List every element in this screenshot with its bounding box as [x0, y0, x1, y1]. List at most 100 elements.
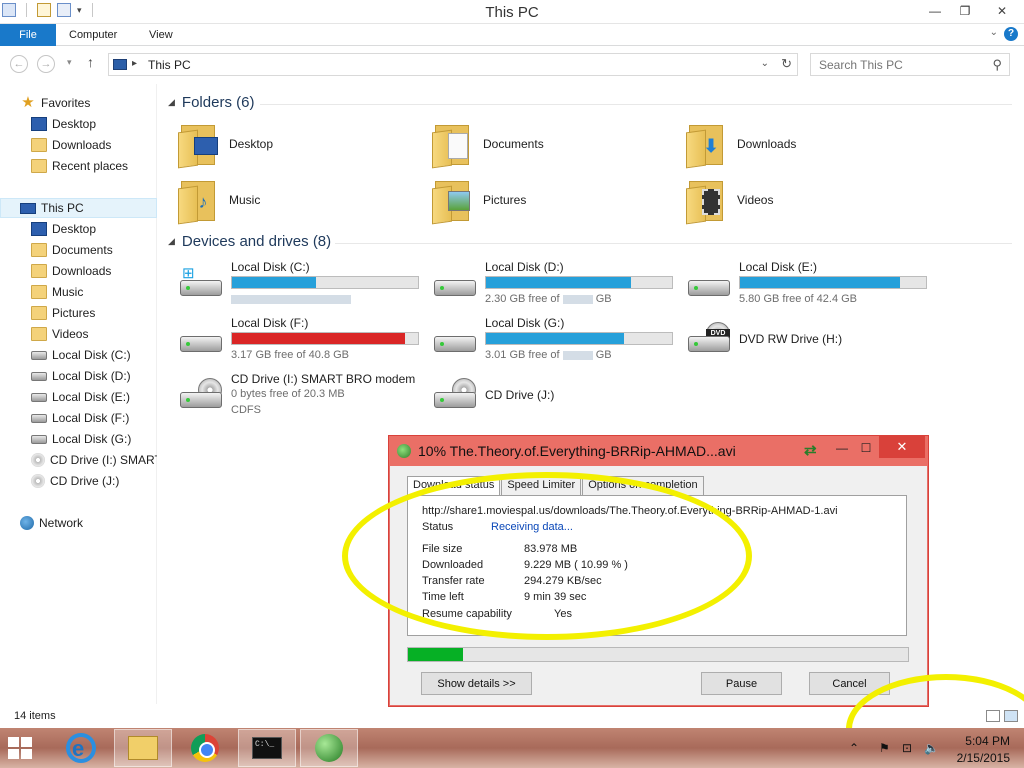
downloaded-value: 9.229 MB ( 10.99 % ) [524, 559, 628, 571]
breadcrumb[interactable]: This PC [148, 58, 191, 72]
tab-speed-limiter[interactable]: Speed Limiter [501, 476, 582, 495]
dialog-maximize-button[interactable]: ☐ [853, 438, 879, 458]
taskbar-chrome[interactable] [176, 729, 234, 767]
search-icon[interactable]: ⚲ [992, 57, 1002, 73]
folder-pictures[interactable]: Pictures [432, 174, 672, 226]
tab-file[interactable]: File [0, 24, 56, 46]
close-button[interactable]: ✕ [980, 0, 1024, 22]
folder-videos[interactable]: Videos [686, 174, 926, 226]
desktop-icon [31, 117, 47, 131]
drive-i[interactable]: CD Drive (I:) SMART BRO modem 0 bytes fr… [178, 370, 428, 422]
nav-item-disk-c[interactable]: Local Disk (C:) [0, 345, 157, 365]
pause-button[interactable]: Pause [701, 672, 782, 695]
nav-item-pc-desktop[interactable]: Desktop [0, 219, 157, 239]
nav-item-cd-j[interactable]: CD Drive (J:) [0, 471, 157, 491]
taskbar-idm[interactable] [300, 729, 358, 767]
nav-item-disk-d[interactable]: Local Disk (D:) [0, 366, 157, 386]
forward-button[interactable]: → [37, 55, 55, 73]
drive-f[interactable]: Local Disk (F:) 3.17 GB free of 40.8 GB [178, 314, 428, 366]
file-explorer-icon [128, 736, 158, 760]
dialog-close-button[interactable]: ✕ [879, 436, 925, 458]
drive-c[interactable]: ⊞ Local Disk (C:) [178, 258, 428, 310]
start-button[interactable] [8, 737, 32, 759]
address-bar[interactable]: ▸ This PC ⌄ ↻ [108, 53, 798, 76]
help-icon[interactable]: ? [1004, 27, 1018, 41]
drive-g[interactable]: Local Disk (G:) 3.01 GB free of GB [432, 314, 682, 366]
refresh-icon[interactable]: ↻ [781, 56, 792, 72]
show-hidden-icons-icon[interactable]: ⌃ [849, 741, 859, 755]
nav-item-music[interactable]: Music [0, 282, 157, 302]
folders-group-header[interactable]: ◢ Folders (6) [168, 94, 254, 111]
nav-item-documents[interactable]: Documents [0, 240, 157, 260]
downloads-folder-icon [31, 138, 47, 152]
nav-item-recent-places[interactable]: Recent places [0, 156, 157, 176]
devices-group-header[interactable]: ◢ Devices and drives (8) [168, 233, 331, 250]
up-button[interactable]: ↑ [87, 54, 94, 70]
nav-item-pc-downloads[interactable]: Downloads [0, 261, 157, 281]
time-left-row: Time left 9 min 39 sec [422, 591, 586, 603]
minimize-button[interactable]: — [920, 0, 950, 22]
folder-label: Desktop [229, 137, 274, 151]
network-status-icon[interactable]: ⊡ [902, 741, 912, 755]
nav-item-disk-g[interactable]: Local Disk (G:) [0, 429, 157, 449]
clock[interactable]: 5:04 PM 2/15/2015 [957, 733, 1010, 767]
nav-item-videos[interactable]: Videos [0, 324, 157, 344]
restore-button[interactable]: ❐ [950, 0, 980, 22]
redacted-text [562, 294, 593, 304]
tab-view[interactable]: View [136, 24, 186, 46]
folder-music[interactable]: ♪ Music [178, 174, 418, 226]
nav-item-pictures[interactable]: Pictures [0, 303, 157, 323]
address-dropdown-icon[interactable]: ⌄ [761, 58, 769, 69]
redacted-text [562, 350, 593, 360]
nav-label: Music [52, 285, 84, 299]
volume-icon[interactable]: 🔈 [924, 741, 939, 755]
details-view-icon[interactable] [986, 710, 1000, 722]
dialog-title-bar[interactable]: 10% The.Theory.of.Everything-BRRip-AHMAD… [389, 436, 928, 466]
nav-network[interactable]: Network [0, 513, 157, 533]
folder-desktop[interactable]: Desktop [178, 118, 418, 170]
back-button[interactable]: ← [10, 55, 28, 73]
nav-item-disk-e[interactable]: Local Disk (E:) [0, 387, 157, 407]
expand-ribbon-icon[interactable]: ⌄ [990, 27, 998, 38]
drive-free-space: 3.01 GB free of GB [485, 349, 612, 361]
nav-label: Desktop [52, 117, 97, 131]
nav-favorites[interactable]: ★ Favorites [0, 93, 157, 113]
windows-drive-icon: ⊞ [178, 266, 224, 302]
drive-e[interactable]: Local Disk (E:) 5.80 GB free of 42.4 GB [686, 258, 936, 310]
nav-item-disk-f[interactable]: Local Disk (F:) [0, 408, 157, 428]
action-center-flag-icon[interactable]: ⚑ [879, 741, 890, 755]
taskbar-command-prompt[interactable]: C:\_ [238, 729, 296, 767]
group-title: Folders (6) [181, 94, 255, 111]
tab-options-on-completion[interactable]: Options on completion [582, 476, 704, 495]
search-input[interactable] [811, 54, 981, 75]
folder-documents[interactable]: Documents [432, 118, 672, 170]
show-details-button[interactable]: Show details >> [421, 672, 532, 695]
tab-computer[interactable]: Computer [56, 24, 130, 46]
recent-locations-icon[interactable]: ▾ [67, 57, 72, 68]
nav-this-pc[interactable]: This PC [0, 198, 157, 218]
window-title: This PC [485, 4, 539, 21]
nav-label: Local Disk (C:) [52, 348, 131, 362]
drive-j[interactable]: CD Drive (J:) [432, 370, 682, 422]
search-box[interactable]: ⚲ [810, 53, 1010, 76]
dvd-drive-icon: DVD [686, 322, 732, 358]
tab-download-status[interactable]: Download status [407, 476, 501, 496]
cd-drive-icon [31, 474, 45, 488]
command-prompt-icon: C:\_ [252, 737, 282, 759]
window-controls: — ❐ ✕ [920, 0, 1024, 22]
large-icons-view-icon[interactable] [1004, 710, 1018, 722]
taskbar-internet-explorer[interactable]: e [52, 729, 110, 767]
dialog-minimize-button[interactable]: — [829, 438, 855, 458]
drive-h[interactable]: DVD DVD RW Drive (H:) [686, 314, 936, 366]
cancel-button[interactable]: Cancel [809, 672, 890, 695]
drive-d[interactable]: Local Disk (D:) 2.30 GB free of GB [432, 258, 682, 310]
folder-label: Documents [483, 137, 544, 151]
collapse-chevron-icon[interactable]: ◢ [168, 236, 175, 247]
taskbar-file-explorer[interactable] [114, 729, 172, 767]
nav-item-desktop[interactable]: Desktop [0, 114, 157, 134]
breadcrumb-arrow-icon[interactable]: ▸ [132, 58, 137, 69]
collapse-chevron-icon[interactable]: ◢ [168, 97, 175, 108]
nav-item-downloads[interactable]: Downloads [0, 135, 157, 155]
nav-item-cd-i[interactable]: CD Drive (I:) SMART [0, 450, 157, 470]
folder-downloads[interactable]: ⬇ Downloads [686, 118, 926, 170]
